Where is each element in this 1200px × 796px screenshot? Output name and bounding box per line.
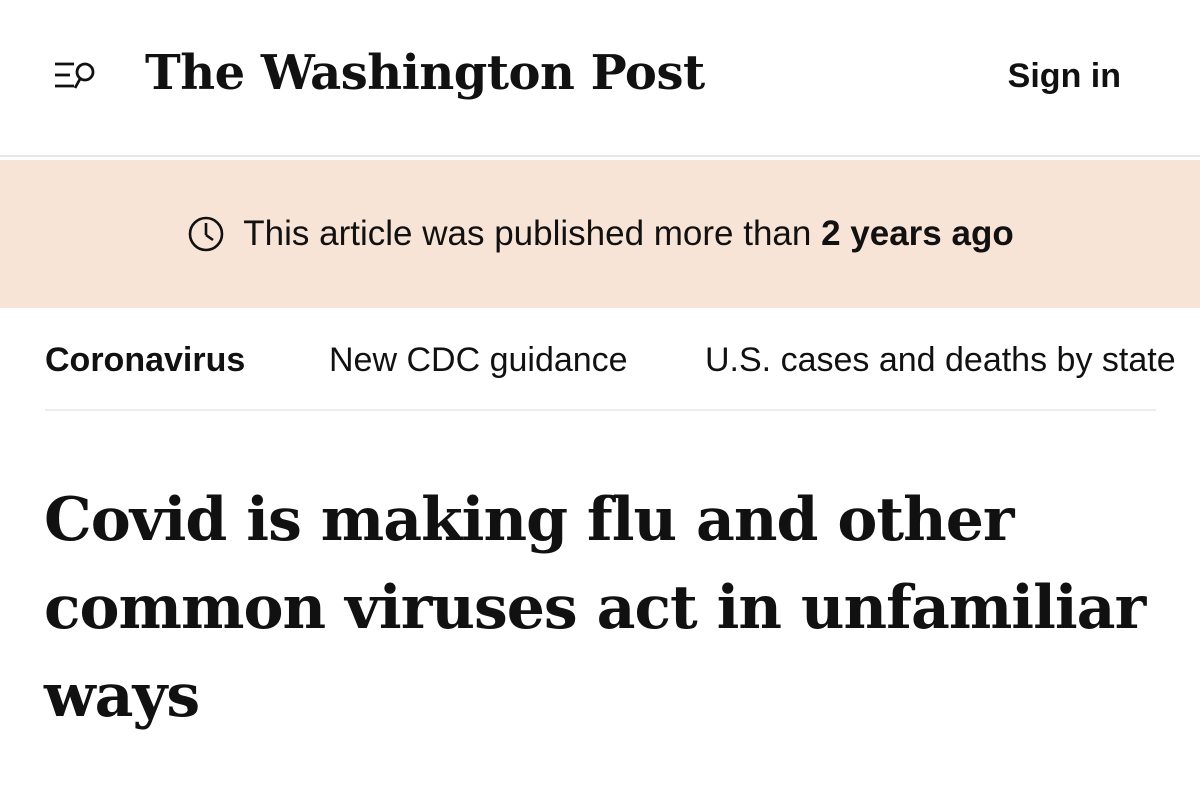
site-header: The Washington Post Sign in [0,0,1200,157]
banner-content: This article was published more than 2 y… [186,214,1014,254]
article-age-banner: This article was published more than 2 y… [0,160,1200,308]
section-nav: Coronavirus New CDC guidance U.S. cases … [0,330,1200,392]
banner-text-emphasis: 2 years ago [821,214,1014,253]
banner-text: This article was published more than 2 y… [243,214,1013,254]
site-logo[interactable]: The Washington Post [145,38,705,108]
menu-search-button[interactable] [52,58,102,96]
sign-in-link[interactable]: Sign in [1008,56,1121,96]
nav-item-new-cdc-guidance[interactable]: New CDC guidance [329,338,628,382]
menu-search-icon [55,62,95,89]
clock-icon [186,214,226,254]
banner-text-prefix: This article was published more than [243,214,822,253]
nav-item-us-cases-and-deaths[interactable]: U.S. cases and deaths by state [705,338,1176,382]
nav-item-coronavirus[interactable]: Coronavirus [45,338,245,382]
article-headline: Covid is making flu and other common vir… [44,485,1146,731]
nav-divider [45,409,1156,411]
